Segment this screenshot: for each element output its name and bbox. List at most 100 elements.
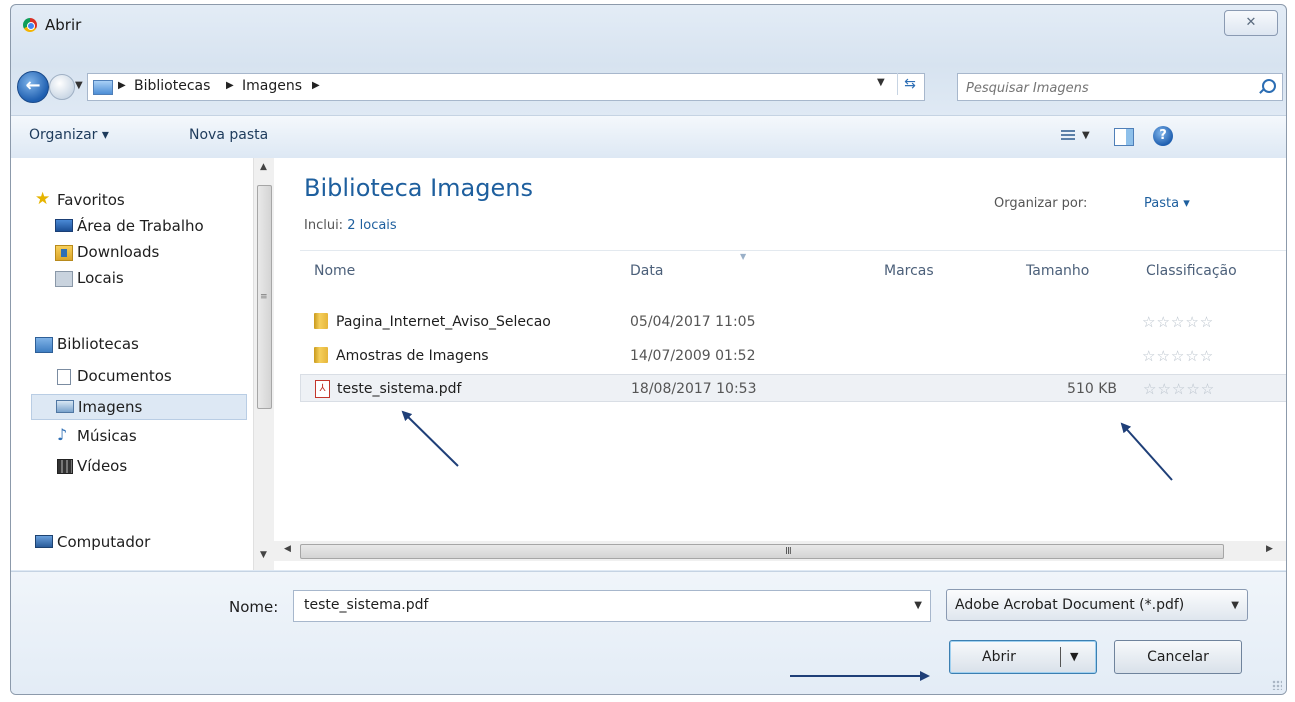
help-icon[interactable]: ? — [1153, 126, 1173, 146]
open-options-dropdown-icon[interactable]: ▼ — [1070, 641, 1078, 673]
nav-label: Vídeos — [77, 457, 128, 475]
library-includes: Inclui: 2 locais — [304, 218, 397, 233]
preview-pane-icon[interactable] — [1114, 128, 1134, 146]
filename-input[interactable] — [302, 596, 886, 614]
chevron-right-icon[interactable]: ▶ — [118, 80, 126, 91]
view-dropdown-icon[interactable]: ▼ — [1082, 130, 1090, 141]
file-row[interactable]: Amostras de Imagens 14/07/2009 01:52 ☆☆☆… — [300, 342, 1286, 370]
rating-stars[interactable]: ☆☆☆☆☆ — [1142, 347, 1214, 365]
column-header-tags[interactable]: Marcas — [884, 263, 934, 279]
file-row[interactable]: Pagina_Internet_Aviso_Selecao 05/04/2017… — [300, 308, 1286, 336]
column-header-name[interactable]: Nome — [314, 263, 355, 279]
chevron-right-icon[interactable]: ▶ — [312, 80, 320, 91]
dialog-footer: Nome: ▼ Adobe Acrobat Document (*.pdf) ▼… — [11, 571, 1286, 694]
column-header-rating[interactable]: Classificação — [1146, 263, 1237, 279]
nav-label: Imagens — [78, 398, 143, 416]
file-name: Pagina_Internet_Aviso_Selecao — [336, 314, 551, 330]
scroll-left-icon[interactable]: ◀ — [284, 544, 291, 554]
chrome-icon — [23, 18, 37, 32]
recent-places-icon — [55, 271, 73, 287]
file-name: Amostras de Imagens — [336, 348, 489, 364]
nav-item-bibliotecas[interactable]: Bibliotecas — [11, 332, 247, 358]
nav-item-documentos[interactable]: Documentos — [11, 364, 247, 390]
arrange-by-dropdown[interactable]: Pasta ▾ — [1144, 196, 1190, 211]
includes-link[interactable]: 2 locais — [347, 218, 396, 233]
breadcrumb-bibliotecas[interactable]: Bibliotecas — [134, 78, 210, 94]
nav-label: Músicas — [77, 427, 137, 445]
file-type-select[interactable]: Adobe Acrobat Document (*.pdf) ▼ — [946, 589, 1248, 621]
file-date: 05/04/2017 11:05 — [630, 314, 756, 330]
refresh-icon[interactable]: ⇆ — [897, 73, 922, 95]
divider — [300, 250, 1286, 251]
history-dropdown-icon[interactable]: ▼ — [75, 80, 83, 91]
resize-grip-icon[interactable] — [1272, 680, 1282, 690]
file-size: 510 KB — [1067, 381, 1117, 397]
includes-label: Inclui: — [304, 218, 344, 233]
library-title: Biblioteca Imagens — [304, 174, 533, 202]
nav-item-musicas[interactable]: ♪ Músicas — [11, 424, 247, 450]
file-list-pane: Biblioteca Imagens Inclui: 2 locais Orga… — [274, 158, 1286, 570]
close-icon: ✕ — [1245, 15, 1257, 30]
column-header-size[interactable]: Tamanho — [1026, 263, 1089, 279]
rating-stars[interactable]: ☆☆☆☆☆ — [1143, 380, 1215, 398]
open-button[interactable]: Abrir ▼ — [949, 640, 1097, 674]
organize-button[interactable]: Organizar ▾ — [29, 127, 109, 143]
nav-item-computador[interactable]: Computador — [11, 530, 247, 556]
cancel-button[interactable]: Cancelar — [1114, 640, 1242, 674]
search-icon[interactable] — [1262, 79, 1276, 93]
open-file-dialog: Abrir ✕ ← ▼ ▶ Bibliotecas ▶ Imagens ▶ ▼ … — [10, 4, 1287, 695]
file-name: teste_sistema.pdf — [337, 381, 462, 397]
window-title: Abrir — [45, 16, 82, 34]
scroll-up-icon[interactable]: ▲ — [260, 162, 267, 172]
folder-icon — [314, 313, 328, 329]
nav-item-desktop[interactable]: Área de Trabalho — [11, 214, 247, 240]
view-options-icon[interactable] — [1061, 130, 1075, 142]
forward-button[interactable] — [49, 74, 75, 100]
documents-icon — [57, 369, 71, 385]
nav-item-downloads[interactable]: Downloads — [11, 240, 247, 266]
nav-label: Computador — [57, 533, 151, 551]
chevron-right-icon[interactable]: ▶ — [226, 80, 234, 91]
nav-label: Bibliotecas — [57, 335, 139, 353]
nav-item-imagens[interactable]: Imagens — [31, 394, 247, 420]
nav-label: Favoritos — [57, 191, 125, 209]
nav-item-videos[interactable]: Vídeos — [11, 454, 247, 480]
grip-icon: III — [785, 546, 792, 557]
nav-scrollbar[interactable]: ▲ ≡ ▼ — [253, 158, 274, 570]
filename-combobox[interactable]: ▼ — [293, 590, 931, 622]
sort-indicator-icon: ▼ — [740, 252, 747, 261]
filename-dropdown-icon[interactable]: ▼ — [914, 600, 922, 611]
search-box[interactable] — [957, 73, 1283, 101]
scroll-right-icon[interactable]: ▶ — [1266, 544, 1273, 554]
new-folder-button[interactable]: Nova pasta — [189, 127, 268, 143]
column-header-date[interactable]: Data — [630, 263, 663, 279]
desktop-icon — [55, 219, 73, 232]
address-bar[interactable]: ▶ Bibliotecas ▶ Imagens ▶ — [87, 73, 925, 101]
horizontal-scrollbar[interactable]: ◀ III ▶ — [274, 541, 1286, 561]
breadcrumb-imagens[interactable]: Imagens — [242, 78, 302, 94]
address-dropdown-icon[interactable]: ▼ — [877, 77, 885, 88]
nav-label: Downloads — [77, 243, 160, 261]
nav-label: Locais — [77, 269, 124, 287]
file-row-selected[interactable]: ⅄ teste_sistema.pdf 18/08/2017 10:53 510… — [300, 374, 1286, 402]
file-date: 18/08/2017 10:53 — [631, 381, 757, 397]
nav-item-favoritos[interactable]: ★ Favoritos — [11, 188, 247, 214]
downloads-icon — [55, 245, 73, 261]
chevron-down-icon: ▼ — [1231, 600, 1239, 611]
rating-stars[interactable]: ☆☆☆☆☆ — [1142, 313, 1214, 331]
nav-item-locais[interactable]: Locais — [11, 266, 247, 292]
back-button[interactable]: ← — [17, 71, 49, 103]
nav-label: Área de Trabalho — [77, 217, 204, 235]
file-date: 14/07/2009 01:52 — [630, 348, 756, 364]
folder-icon — [314, 347, 328, 363]
close-button[interactable]: ✕ — [1224, 10, 1278, 36]
grip-icon: ≡ — [260, 292, 268, 302]
pictures-icon — [56, 400, 74, 413]
music-icon: ♪ — [57, 425, 68, 444]
filename-label: Nome: — [229, 598, 279, 616]
open-button-label: Abrir — [982, 649, 1016, 665]
scroll-down-icon[interactable]: ▼ — [260, 550, 267, 560]
scrollbar-thumb[interactable]: III — [300, 544, 1224, 559]
search-input[interactable] — [964, 77, 1248, 99]
arrange-by-label: Organizar por: — [994, 196, 1088, 211]
